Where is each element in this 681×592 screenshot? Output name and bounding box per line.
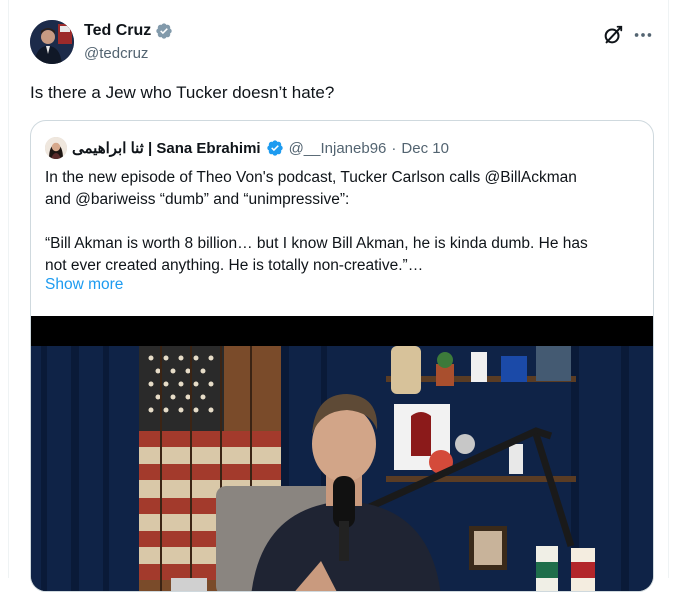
author-name[interactable]: Ted Cruz xyxy=(84,22,151,40)
quoted-date[interactable]: Dec 10 xyxy=(401,140,449,157)
author-avatar[interactable] xyxy=(30,20,74,64)
dot-separator: · xyxy=(391,139,397,157)
avatar-photo-icon xyxy=(30,20,74,64)
quoted-text-line: “Bill Akman is worth 8 billion… but I kn… xyxy=(45,235,588,252)
author-handle[interactable]: @tedcruz xyxy=(84,45,148,62)
quoted-avatar-photo-icon xyxy=(45,137,67,159)
timeline-border-right xyxy=(668,0,669,578)
quoted-verified-badge-icon[interactable] xyxy=(266,139,284,157)
quoted-tweet-card[interactable]: ثنا ابراهیمی | Sana Ebrahimi @__Injaneb9… xyxy=(30,120,654,592)
show-more-link[interactable]: Show more xyxy=(45,276,123,294)
tweet-text: Is there a Jew who Tucker doesn’t hate? xyxy=(30,83,335,102)
video-frame-image xyxy=(31,316,653,591)
quoted-text-line: not ever created anything. He is totally… xyxy=(45,257,424,274)
more-options-icon[interactable] xyxy=(632,24,654,46)
video-thumbnail[interactable] xyxy=(31,316,653,591)
quoted-author-handle[interactable]: @__Injaneb96 xyxy=(289,140,387,157)
timeline-border-left xyxy=(8,0,9,578)
quoted-author-name[interactable]: ثنا ابراهیمی | Sana Ebrahimi xyxy=(72,139,261,157)
quoted-text-line: In the new episode of Theo Von's podcast… xyxy=(45,169,577,186)
quoted-tweet-text: In the new episode of Theo Von's podcast… xyxy=(45,167,645,277)
verified-badge-icon[interactable] xyxy=(155,22,173,40)
quoted-text-line: and @bariweiss “dumb” and “unimpressive”… xyxy=(45,191,350,208)
quoted-author-avatar[interactable] xyxy=(45,137,67,159)
grok-icon[interactable] xyxy=(602,24,624,46)
